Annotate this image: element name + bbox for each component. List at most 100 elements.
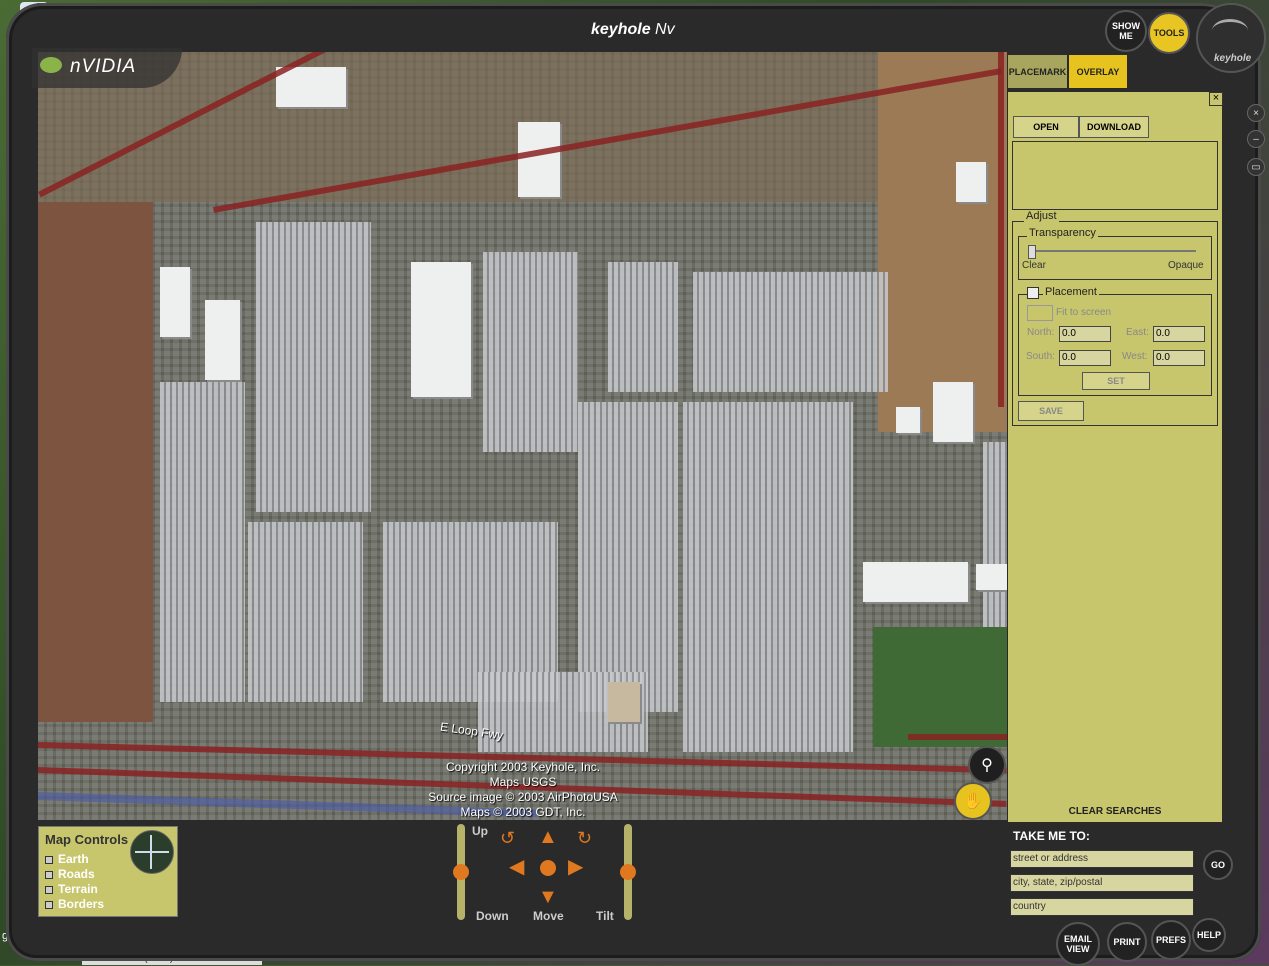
checkbox-icon xyxy=(45,885,53,894)
magnifier-icon: ⚲ xyxy=(981,757,993,774)
road-overlay xyxy=(908,734,1007,740)
prefs-button[interactable]: PREFS xyxy=(1151,920,1191,960)
nvidia-eye-icon xyxy=(40,57,62,73)
title-nv: Nv xyxy=(650,21,675,38)
hand-icon: ✋ xyxy=(963,793,983,810)
print-button[interactable]: PRINT xyxy=(1107,922,1147,962)
road-overlay xyxy=(998,52,1004,407)
warehouse xyxy=(608,682,640,722)
layer-label: Earth xyxy=(58,852,89,866)
checkbox-icon xyxy=(45,870,53,879)
layer-borders[interactable]: Borders xyxy=(45,897,104,911)
north-field[interactable]: 0.0 xyxy=(1059,326,1111,342)
transparency-track[interactable] xyxy=(1030,250,1196,252)
panel-close-button[interactable]: × xyxy=(1209,92,1223,106)
opaque-label: Opaque xyxy=(1168,260,1204,271)
rotate-left-icon[interactable]: ↺ xyxy=(500,828,515,848)
west-field[interactable]: 0.0 xyxy=(1153,350,1205,366)
keyhole-logo: keyhole xyxy=(1196,3,1266,73)
overlay-list[interactable] xyxy=(1012,141,1218,210)
nvidia-logo: nVIDIA xyxy=(32,48,182,88)
city-input[interactable]: city, state, zip/postal xyxy=(1010,874,1194,892)
layer-earth[interactable]: Earth xyxy=(45,852,89,866)
fit-to-screen-label: Fit to screen xyxy=(1056,307,1112,318)
zoom-slider-knob[interactable] xyxy=(453,864,469,880)
title-keyhole: keyhole xyxy=(591,21,651,38)
warehouse xyxy=(976,564,1007,590)
copyright-3: Source image © 2003 AirPhotoUSA xyxy=(428,790,618,804)
compass-cross xyxy=(135,851,169,853)
north-label: North: xyxy=(1027,327,1055,338)
set-button[interactable]: SET xyxy=(1082,372,1150,390)
green-area xyxy=(873,627,1007,747)
south-label: South: xyxy=(1026,351,1055,362)
show-me-button[interactable]: SHOW ME xyxy=(1105,10,1147,52)
move-up-arrow-icon[interactable]: ▲ xyxy=(538,827,558,847)
transparency-group xyxy=(1018,236,1212,280)
take-me-to-label: TAKE ME TO: xyxy=(1013,829,1090,843)
map-controls-title: Map Controls xyxy=(45,832,129,847)
move-down-arrow-icon[interactable]: ▼ xyxy=(538,887,558,907)
email-view-button[interactable]: EMAIL VIEW xyxy=(1056,922,1100,966)
tools-button[interactable]: TOOLS xyxy=(1148,12,1190,54)
pan-tool-button[interactable]: ✋ xyxy=(954,782,992,820)
copyright-2: Maps USGS xyxy=(489,775,557,789)
copyright-1: Copyright 2003 Keyhole, Inc. xyxy=(445,760,601,774)
clear-searches-button[interactable]: CLEAR SEARCHES xyxy=(1008,806,1222,817)
transparency-slider-thumb[interactable] xyxy=(1028,245,1036,259)
close-window-button[interactable]: × xyxy=(1247,104,1265,122)
west-label: West: xyxy=(1122,351,1148,362)
tab-placemark[interactable]: PLACEMARK xyxy=(1008,55,1067,88)
keyhole-swoosh-icon xyxy=(1212,19,1248,42)
placement-label: Placement xyxy=(1043,286,1099,298)
east-field[interactable]: 0.0 xyxy=(1153,326,1205,342)
save-button[interactable]: SAVE xyxy=(1018,401,1084,421)
restore-icon: ▭ xyxy=(1251,161,1261,173)
copyright-4: Maps © 2003 GDT, Inc. xyxy=(460,805,586,819)
east-label: East: xyxy=(1126,327,1149,338)
parking-lot xyxy=(578,402,678,712)
help-button[interactable]: HELP xyxy=(1192,918,1226,952)
zoom-tool-button[interactable]: ⚲ xyxy=(968,746,1006,784)
placement-checkbox[interactable] xyxy=(1027,287,1039,299)
fit-to-screen-icon[interactable] xyxy=(1027,305,1053,321)
checkbox-icon xyxy=(45,900,53,909)
street-input[interactable]: street or address xyxy=(1010,850,1194,868)
tab-overlay[interactable]: OVERLAY xyxy=(1069,55,1127,88)
layer-roads[interactable]: Roads xyxy=(45,867,95,881)
open-button[interactable]: OPEN xyxy=(1013,116,1079,138)
down-label: Down xyxy=(476,909,509,923)
warehouse xyxy=(933,382,973,442)
title-bar[interactable]: keyhole Nv xyxy=(6,3,1261,51)
download-button[interactable]: DOWNLOAD xyxy=(1079,116,1149,138)
rotate-right-icon[interactable]: ↻ xyxy=(577,828,592,848)
warehouse xyxy=(518,122,560,197)
up-label: Up xyxy=(472,824,488,838)
move-left-arrow-icon[interactable]: ◀ xyxy=(509,857,524,877)
layer-terrain[interactable]: Terrain xyxy=(45,882,98,896)
warehouse xyxy=(896,407,920,433)
layer-label: Borders xyxy=(58,897,105,911)
south-field[interactable]: 0.0 xyxy=(1059,350,1111,366)
checkbox-icon xyxy=(45,855,53,864)
minimize-window-button[interactable]: – xyxy=(1247,130,1265,148)
move-center-button[interactable] xyxy=(540,860,556,876)
terrain-right xyxy=(878,52,1007,432)
go-button[interactable]: GO xyxy=(1203,850,1233,880)
keyhole-logo-text: keyhole xyxy=(1214,53,1252,64)
tilt-label: Tilt xyxy=(596,909,614,923)
container-yard xyxy=(38,202,153,722)
clear-label: Clear xyxy=(1022,260,1046,271)
warehouse xyxy=(411,262,471,397)
restore-window-button[interactable]: ▭ xyxy=(1247,158,1265,176)
country-input[interactable]: country xyxy=(1010,898,1194,916)
layer-label: Roads xyxy=(58,867,95,881)
move-right-arrow-icon[interactable]: ▶ xyxy=(568,857,583,877)
warehouse xyxy=(205,300,240,380)
warehouse xyxy=(863,562,968,602)
compass-icon[interactable] xyxy=(130,830,174,874)
map-view[interactable]: E Loop Fwy Copyright 2003 Keyhole, Inc. … xyxy=(38,52,1007,820)
close-icon: × xyxy=(1253,107,1259,119)
tilt-slider-knob[interactable] xyxy=(620,864,636,880)
warehouse xyxy=(276,67,346,107)
